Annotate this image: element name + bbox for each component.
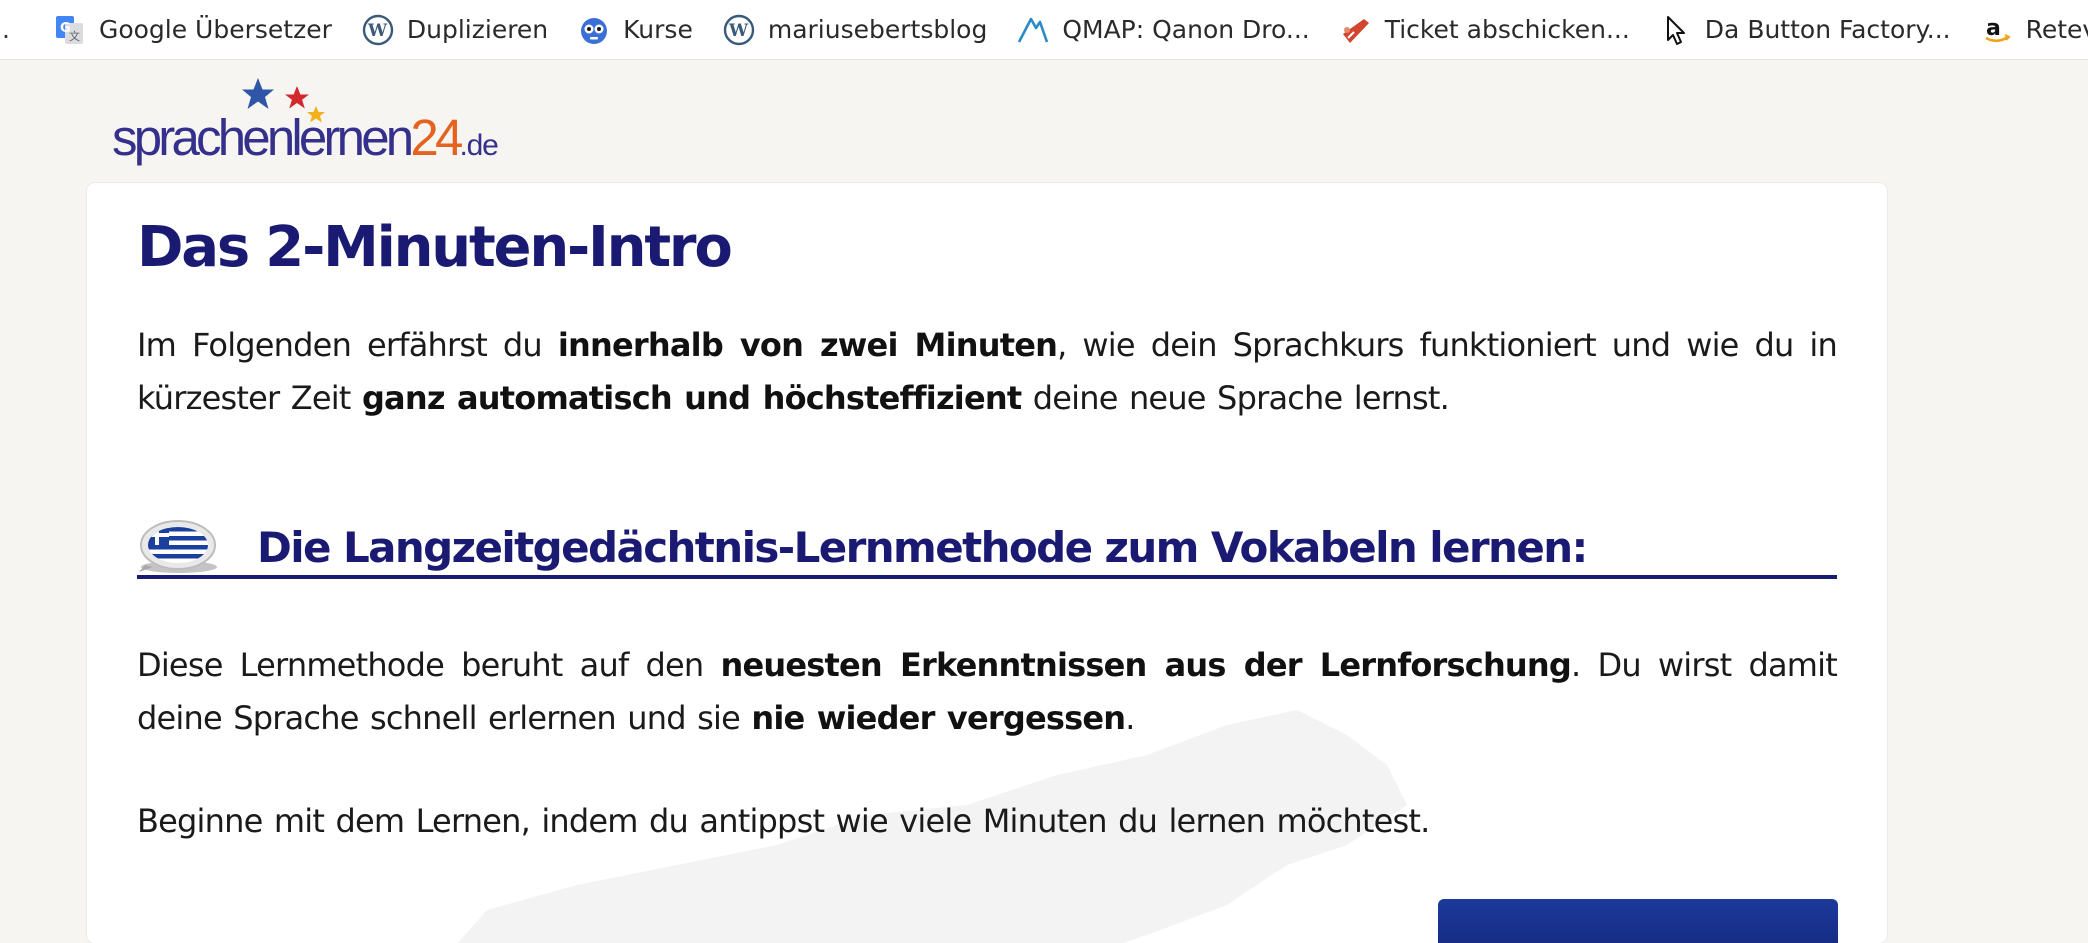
svg-text:a: a (1986, 16, 2001, 41)
google-translate-icon: G文 (54, 14, 86, 46)
bookmark-duplizieren[interactable]: W Duplizieren (362, 8, 548, 52)
text-run: deine neue Sprache lernst. (1021, 379, 1450, 417)
greek-flag-speech-bubble-icon (137, 519, 219, 577)
bookmark-label: Google Übersetzer (98, 15, 332, 44)
bookmark-label: Ticket abschicken... (1384, 15, 1630, 44)
site-logo[interactable]: sprachenlernen24.de (110, 72, 499, 172)
content-card: Das 2-Minuten-Intro Im Folgenden erfährs… (87, 183, 1887, 943)
text-run: . (1125, 699, 1135, 737)
bookmark-label: Da Button Factory... (1704, 15, 1951, 44)
method-title: Die Langzeitgedächtnis-Lernmethode zum V… (257, 523, 1588, 572)
bookmark-button-factory[interactable]: Da Button Factory... (1660, 8, 1951, 52)
method-heading: Die Langzeitgedächtnis-Lernmethode zum V… (137, 519, 1837, 579)
text-run: Diese Lernmethode beruht auf den (137, 646, 721, 684)
svg-text:W: W (367, 21, 388, 41)
text-run: Im Folgenden erfährst du (137, 326, 558, 364)
bookmark-mariusebertsblog[interactable]: W mariusebertsblog (723, 8, 987, 52)
wordpress-icon: W (723, 14, 755, 46)
bookmark-google-translate[interactable]: G文 Google Übersetzer (54, 8, 332, 52)
bookmark-retevis[interactable]: a Retevis RT27 (1981, 8, 2088, 52)
bookmarks-bar: . G文 Google Übersetzer W Duplizieren Kur… (0, 0, 2088, 60)
mascot-icon (578, 14, 610, 46)
bookmark-truncated-fragment[interactable]: . (2, 15, 10, 44)
bookmark-label: Kurse (623, 15, 693, 44)
wordpress-icon: W (362, 14, 394, 46)
svg-text:文: 文 (69, 29, 80, 43)
bookmark-label: mariusebertsblog (767, 15, 988, 44)
learning-minutes-button[interactable] (1438, 899, 1838, 943)
bookmark-ticket[interactable]: Ticket abschicken... (1340, 8, 1630, 52)
logo-wordmark: sprachenlernen24.de (112, 109, 499, 166)
bookmark-label: QMAP: Qanon Dro... (1062, 15, 1310, 44)
bookmark-qmap[interactable]: QMAP: Qanon Dro... (1017, 8, 1310, 52)
bookmark-label: Retevis RT27 (2025, 15, 2088, 44)
bookmark-label: Duplizieren (406, 15, 549, 44)
svg-text:W: W (728, 21, 749, 41)
text-run-bold: innerhalb von zwei Minuten (557, 326, 1058, 364)
amazon-icon: a (1981, 14, 2013, 46)
start-instruction: Beginne mit dem Lernen, indem du antipps… (137, 802, 1430, 840)
bookmark-kurse[interactable]: Kurse (578, 8, 693, 52)
page-title: Das 2-Minuten-Intro (137, 215, 733, 280)
text-run-bold: ganz automatisch und höchsteffizient (361, 379, 1022, 417)
ticket-icon (1340, 14, 1372, 46)
cursor-icon (1660, 14, 1692, 46)
text-run-bold: nie wieder vergessen (751, 699, 1126, 737)
intro-paragraph: Im Folgenden erfährst du innerhalb von z… (137, 319, 1838, 425)
mountain-icon (1017, 14, 1049, 46)
text-run-bold: neuesten Erkenntnissen aus der Lernforsc… (720, 646, 1572, 684)
method-paragraph: Diese Lernmethode beruht auf den neueste… (137, 639, 1838, 745)
